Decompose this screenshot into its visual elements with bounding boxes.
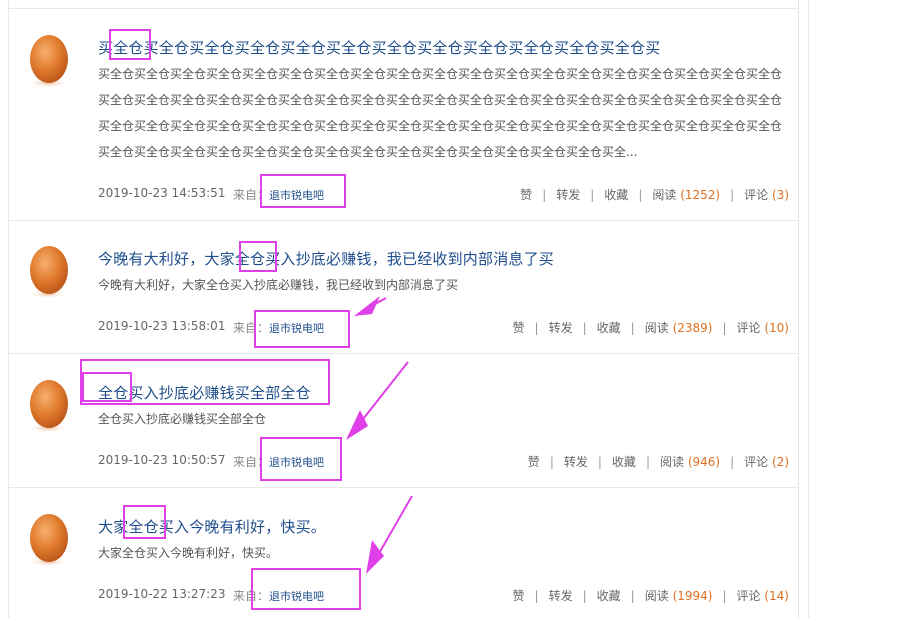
annotation-arrows <box>346 296 413 574</box>
